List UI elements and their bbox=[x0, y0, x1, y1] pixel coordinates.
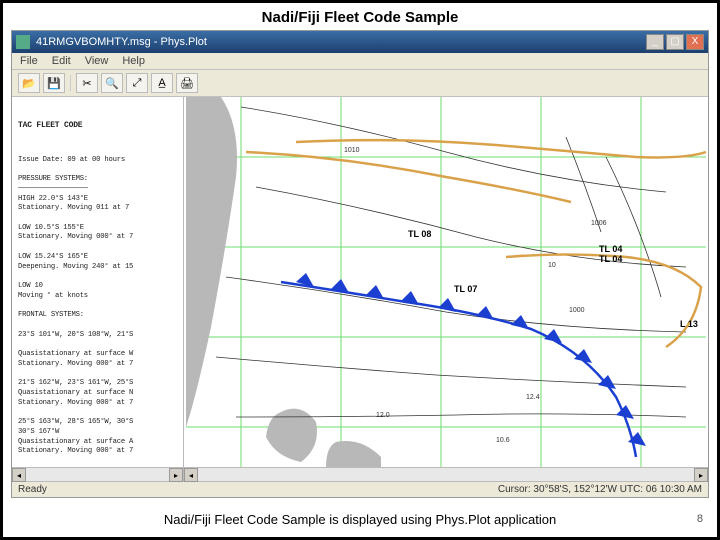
menu-view[interactable]: View bbox=[85, 55, 109, 67]
label-106: 10.6 bbox=[496, 437, 510, 444]
scroll-right-icon[interactable]: ▸ bbox=[694, 468, 708, 482]
label-1000: 1000 bbox=[569, 307, 585, 314]
label-tl07: TL 07 bbox=[454, 284, 477, 294]
label-1010: 1010 bbox=[344, 147, 360, 154]
label-124: 12.4 bbox=[526, 394, 540, 401]
content-area: TAC FLEET CODE Issue Date: 09 at 00 hour… bbox=[12, 97, 708, 467]
scroll-left-icon[interactable]: ◂ bbox=[12, 468, 26, 482]
label-tl04a: TL 04 bbox=[599, 244, 622, 254]
zoom-icon[interactable]: ⤢ bbox=[126, 73, 148, 93]
left-hscroll[interactable]: ◂ ▸ bbox=[12, 468, 184, 481]
toolbar-separator bbox=[70, 75, 71, 91]
window-title: 41RMGVBOMHTY.msg - Phys.Plot bbox=[36, 36, 646, 48]
menubar: File Edit View Help bbox=[12, 53, 708, 70]
text-panel-header: TAC FLEET CODE bbox=[18, 121, 177, 132]
label-10: 10 bbox=[548, 262, 556, 269]
slide-title: Nadi/Fiji Fleet Code Sample bbox=[3, 3, 717, 30]
menu-edit[interactable]: Edit bbox=[52, 55, 71, 67]
save-icon[interactable]: 💾 bbox=[43, 73, 65, 93]
label-l13: L 13 bbox=[680, 319, 698, 329]
close-button[interactable]: X bbox=[686, 34, 704, 50]
label-tl04b: TL 04 bbox=[599, 254, 622, 264]
app-icon bbox=[16, 35, 30, 49]
map-svg: 1010 TL 08 TL 04 TL 04 TL 07 1006 10 100… bbox=[184, 97, 708, 467]
scroll-track[interactable] bbox=[198, 468, 694, 481]
label-tl08: TL 08 bbox=[408, 229, 431, 239]
slide-frame: Nadi/Fiji Fleet Code Sample 41RMGVBOMHTY… bbox=[0, 0, 720, 540]
text-icon[interactable]: A̲ bbox=[151, 73, 173, 93]
label-120: 12.0 bbox=[376, 412, 390, 419]
statusbar: Ready Cursor: 30°58'S, 152°12'W UTC: 06 … bbox=[12, 481, 708, 497]
scroll-track[interactable] bbox=[26, 468, 169, 481]
app-window: 41RMGVBOMHTY.msg - Phys.Plot _ ▢ X File … bbox=[11, 30, 709, 498]
print-icon[interactable]: 🖨 bbox=[176, 73, 198, 93]
right-hscroll[interactable]: ◂ ▸ bbox=[184, 468, 708, 481]
map-panel[interactable]: 1010 TL 08 TL 04 TL 04 TL 07 1006 10 100… bbox=[184, 97, 708, 467]
status-right: Cursor: 30°58'S, 152°12'W UTC: 06 10:30 … bbox=[498, 484, 702, 495]
minimize-button[interactable]: _ bbox=[646, 34, 664, 50]
toolbar: 📂 💾 ✂ 🔍 ⤢ A̲ 🖨 bbox=[12, 70, 708, 97]
scroll-right-icon[interactable]: ▸ bbox=[169, 468, 183, 482]
scroll-left-icon[interactable]: ◂ bbox=[184, 468, 198, 482]
window-buttons: _ ▢ X bbox=[646, 34, 704, 50]
slide-number: 8 bbox=[697, 513, 703, 525]
maximize-button[interactable]: ▢ bbox=[666, 34, 684, 50]
menu-help[interactable]: Help bbox=[122, 55, 145, 67]
cut-icon[interactable]: ✂ bbox=[76, 73, 98, 93]
open-icon[interactable]: 📂 bbox=[18, 73, 40, 93]
menu-file[interactable]: File bbox=[20, 55, 38, 67]
text-panel-body: Issue Date: 09 at 00 hours PRESSURE SYST… bbox=[18, 156, 177, 467]
horizontal-scrollbars: ◂ ▸ ◂ ▸ bbox=[12, 467, 708, 481]
search-icon[interactable]: 🔍 bbox=[101, 73, 123, 93]
label-1006: 1006 bbox=[591, 220, 607, 227]
titlebar[interactable]: 41RMGVBOMHTY.msg - Phys.Plot _ ▢ X bbox=[12, 31, 708, 53]
slide-caption: Nadi/Fiji Fleet Code Sample is displayed… bbox=[3, 512, 717, 527]
status-left: Ready bbox=[18, 484, 47, 495]
cold-front bbox=[281, 273, 646, 457]
text-panel[interactable]: TAC FLEET CODE Issue Date: 09 at 00 hour… bbox=[12, 97, 184, 467]
